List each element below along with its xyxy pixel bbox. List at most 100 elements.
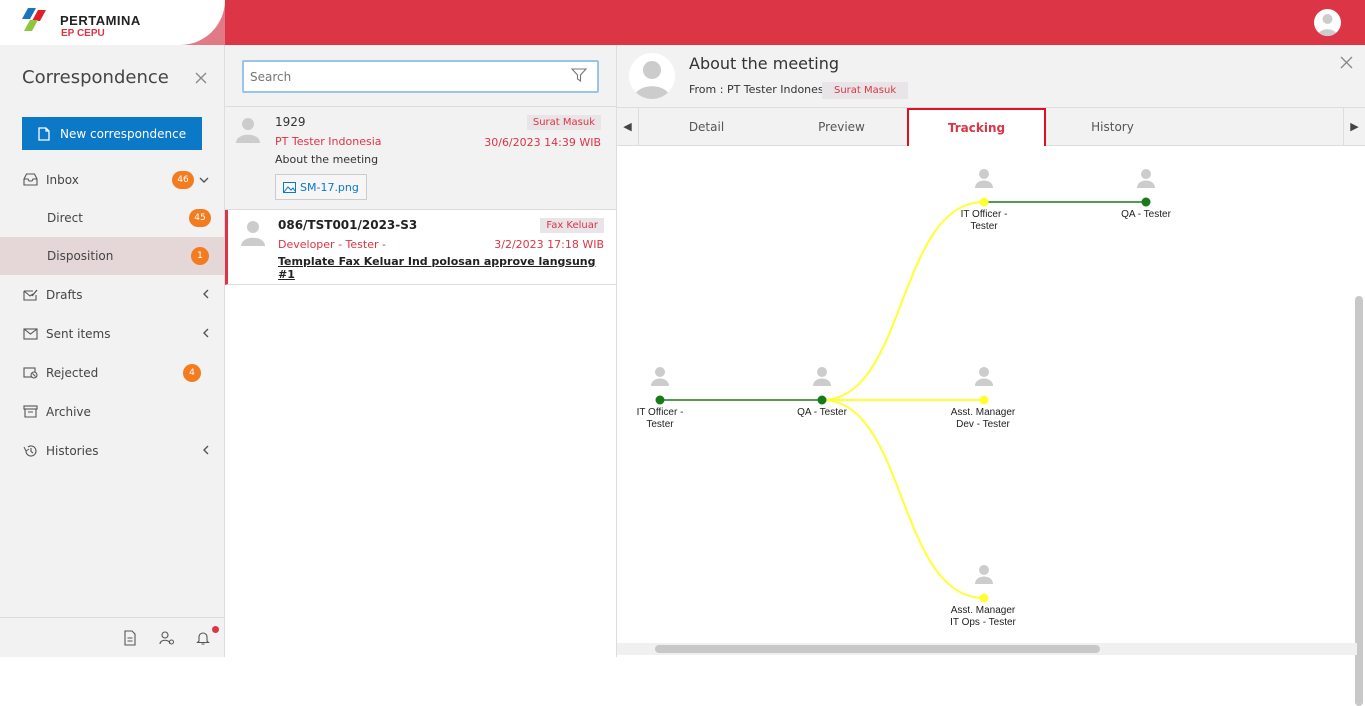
person-icon (651, 367, 669, 386)
correspondence-list-pane: 1929 Surat Masuk PT Tester Indonesia 30/… (225, 45, 617, 657)
detail-type-badge: Surat Masuk (822, 82, 909, 99)
bell-icon[interactable] (196, 630, 212, 646)
inbox-icon (22, 172, 38, 188)
person-icon (975, 565, 993, 584)
detail-header: About the meeting From : PT Tester Indon… (617, 45, 1365, 108)
sidebar-close-icon[interactable] (195, 69, 207, 88)
sidebar-nav: Inbox 46 Direct 45 Disposition 1 Drafts … (0, 160, 224, 470)
archive-icon (22, 404, 38, 420)
tracking-canvas: IT Officer - Tester QA - Tester IT Office… (615, 146, 1365, 706)
node-label: QA - Tester (777, 407, 867, 419)
node-label-line: Asst. Manager (950, 605, 1016, 616)
list-item[interactable]: 1929 Surat Masuk PT Tester Indonesia 30/… (225, 107, 616, 210)
node-label-line: Dev - Tester (956, 419, 1010, 430)
chevron-left-icon[interactable] (202, 444, 209, 458)
logo-area: PERTAMINA EP CEPU (0, 0, 225, 45)
search-input[interactable] (242, 60, 599, 93)
detail-tabs: ◀ Detail Preview Tracking History ▶ (617, 108, 1365, 148)
document-icon[interactable] (123, 630, 139, 646)
inbox-count-badge: 46 (172, 170, 194, 189)
sidebar-item-label: Direct (47, 211, 83, 225)
item-subject: About the meeting (275, 153, 379, 166)
filter-icon[interactable] (570, 68, 588, 85)
item-type-badge: Fax Keluar (540, 218, 604, 233)
node-label: IT Officer - Tester (939, 209, 1029, 233)
node-label-line: QA - Tester (797, 407, 847, 418)
sidebar-item-archive[interactable]: Archive (0, 392, 224, 431)
image-icon (283, 181, 296, 193)
node-dot-pending[interactable] (979, 593, 989, 603)
item-number: 086/TST001/2023-S3 (278, 218, 418, 232)
direct-count-badge: 45 (189, 209, 211, 227)
node-label-line: IT Ops - Tester (950, 617, 1016, 628)
rejected-icon (22, 365, 38, 381)
node-label-line: Tester (646, 419, 674, 430)
tab-preview[interactable]: Preview (774, 108, 909, 145)
sent-icon (22, 326, 38, 342)
chevron-left-icon[interactable] (202, 288, 209, 302)
user-avatar[interactable] (1314, 9, 1341, 36)
node-dot-done[interactable] (1141, 197, 1151, 207)
node-dot-pending[interactable] (979, 197, 989, 207)
horizontal-scrollbar[interactable] (655, 645, 1100, 653)
node-label: QA - Tester (1101, 209, 1191, 221)
drafts-icon (22, 287, 38, 303)
tab-detail[interactable]: Detail (639, 108, 774, 145)
node-label-line: IT Officer - (636, 407, 684, 418)
item-subject[interactable]: Template Fax Keluar Ind polosan approve … (278, 255, 616, 281)
node-label: Asst. Manager Dev - Tester (938, 407, 1028, 431)
attachment-chip[interactable]: SM-17.png (275, 174, 367, 200)
sidebar-item-disposition[interactable]: Disposition 1 (0, 237, 224, 275)
new-correspondence-button[interactable]: New correspondence (22, 117, 202, 150)
chevron-down-icon[interactable] (199, 173, 209, 187)
tab-scroll-right-icon[interactable]: ▶ (1343, 108, 1365, 145)
tab-tracking[interactable]: Tracking (907, 108, 1046, 148)
brand-name: PERTAMINA (60, 13, 141, 28)
sidebar-item-label: Rejected (46, 365, 99, 380)
node-dot-pending[interactable] (979, 395, 989, 405)
sender-avatar-icon (629, 53, 675, 99)
item-sender: PT Tester Indonesia (275, 135, 382, 148)
rejected-count-badge: 4 (183, 363, 201, 382)
sidebar-item-label: Inbox (46, 172, 79, 187)
node-dot-done[interactable] (655, 395, 665, 405)
sidebar-item-histories[interactable]: Histories (0, 431, 224, 470)
close-icon[interactable] (1340, 53, 1353, 74)
sidebar-item-label: Sent items (46, 326, 111, 341)
new-document-icon (38, 126, 50, 141)
sidebar-item-label: Disposition (47, 249, 114, 263)
node-dot-done[interactable] (817, 395, 827, 405)
person-icon (975, 367, 993, 386)
sidebar-item-sent[interactable]: Sent items (0, 314, 224, 353)
node-label-line: IT Officer - (960, 209, 1008, 220)
sidebar-item-direct[interactable]: Direct 45 (0, 199, 224, 237)
person-icon (813, 367, 831, 386)
node-label: IT Officer - Tester (615, 407, 705, 431)
disposition-count-badge: 1 (191, 247, 209, 265)
person-icon (975, 169, 993, 188)
search-bar (225, 45, 616, 107)
detail-title: About the meeting (689, 54, 840, 73)
sidebar-item-inbox[interactable]: Inbox 46 (0, 160, 224, 199)
chevron-left-icon[interactable] (202, 327, 209, 341)
detail-from: From : PT Tester Indonesia (689, 83, 834, 96)
sidebar-item-label: Drafts (46, 287, 83, 302)
sender-avatar-icon (238, 216, 268, 246)
brand-sub: EP CEPU (61, 28, 105, 39)
sidebar: Correspondence New correspondence Inbox … (0, 45, 225, 657)
sidebar-title: Correspondence (22, 67, 169, 88)
brand-logo[interactable]: PERTAMINA EP CEPU (20, 6, 141, 39)
node-label-line: QA - Tester (1121, 209, 1171, 220)
tab-scroll-left-icon[interactable]: ◀ (617, 108, 639, 145)
sidebar-footer (0, 617, 224, 657)
detail-pane: About the meeting From : PT Tester Indon… (615, 45, 1365, 706)
user-settings-icon[interactable] (159, 630, 175, 646)
sidebar-item-drafts[interactable]: Drafts (0, 275, 224, 314)
sidebar-item-rejected[interactable]: Rejected 4 (0, 353, 224, 392)
item-date: 30/6/2023 14:39 WIB (484, 136, 601, 149)
node-label: Asst. Manager IT Ops - Tester (938, 605, 1028, 629)
notification-dot (212, 626, 219, 633)
list-item[interactable]: 086/TST001/2023-S3 Fax Keluar Developer … (225, 210, 616, 285)
tab-history[interactable]: History (1045, 108, 1180, 145)
sidebar-item-label: Histories (46, 443, 99, 458)
